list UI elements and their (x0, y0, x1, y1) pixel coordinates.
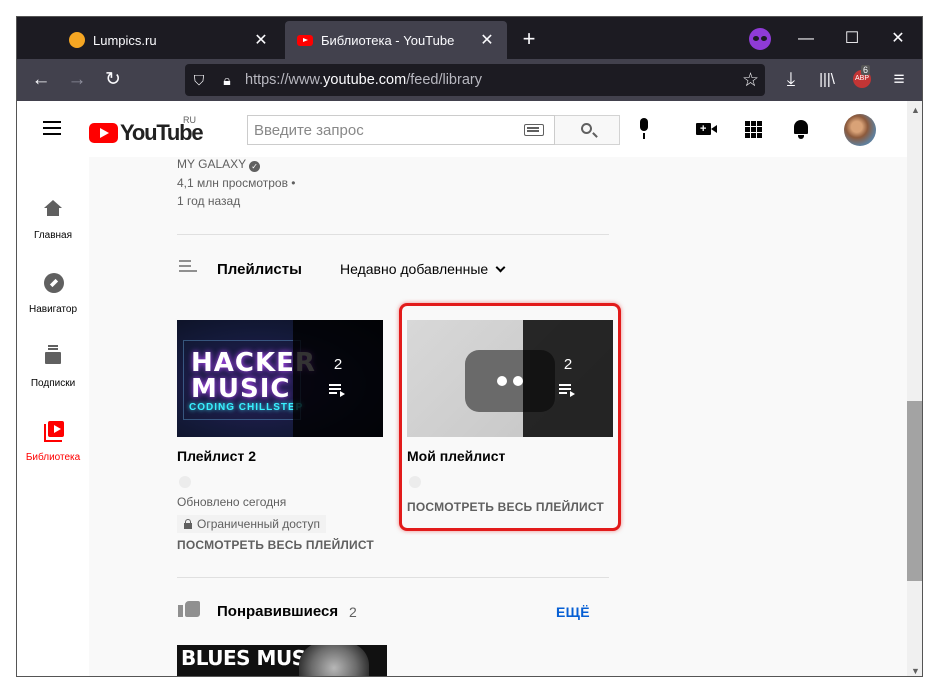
tab-lumpics[interactable]: Lumpics.ru ✕ (57, 21, 281, 59)
library-play-icon (54, 425, 61, 433)
section-divider (177, 577, 609, 578)
playlists-icon (179, 260, 197, 274)
adblock-count-badge: 6 (861, 65, 871, 75)
search-box (247, 115, 555, 145)
channel-avatar-placeholder (179, 476, 191, 488)
liked-count: 2 (349, 604, 357, 620)
sort-dropdown[interactable]: Недавно добавленные (340, 261, 506, 277)
guide-item-label: Главная (33, 230, 73, 241)
playlist-updated: Обновлено сегодня (177, 495, 287, 509)
subscriptions-icon (45, 345, 61, 365)
playlist-count-overlay: 2 (293, 320, 383, 437)
home-icon (44, 200, 62, 216)
thumbnail-subtitle: CODING CHILLSTEP (189, 402, 304, 413)
privacy-badge: Ограниченный доступ (177, 515, 327, 533)
avatar[interactable] (844, 114, 876, 146)
address-bar[interactable]: ⛉ 🔒︎ https://www.youtube.com/feed/librar… (185, 64, 765, 96)
library-content: MY GALAXY ✓ 4,1 млн просмотров • 1 год на… (89, 157, 907, 676)
close-tab-icon[interactable]: ✕ (479, 30, 495, 50)
forward-button[interactable]: → (63, 67, 91, 93)
region-label: RU (183, 115, 196, 125)
tab-bar: Lumpics.ru ✕ Библиотека - YouTube ✕ + — … (17, 17, 922, 59)
youtube-masthead: YouTube RU + (17, 101, 907, 157)
section-divider (177, 234, 609, 235)
scroll-down-icon[interactable]: ▼ (907, 664, 922, 676)
search-input[interactable] (248, 116, 524, 144)
liked-section-title: Понравившиеся (217, 603, 339, 620)
liked-video-thumbnail[interactable]: BLUES MUSIC (177, 645, 387, 676)
microphone-icon[interactable] (637, 118, 651, 140)
minimize-button[interactable]: — (791, 25, 821, 53)
search-icon (581, 123, 592, 134)
downloads-icon[interactable]: ⤓ (777, 67, 805, 93)
page-scrollbar[interactable]: ▲ ▼ (907, 101, 922, 676)
guide-item-subscriptions[interactable]: Подписки (17, 325, 89, 395)
keyboard-icon[interactable] (524, 124, 544, 136)
notifications-bell-icon[interactable] (793, 119, 809, 139)
library-icon[interactable]: |||\ (813, 67, 841, 93)
guide-item-explore[interactable]: Навигатор (17, 251, 89, 321)
apps-grid-icon[interactable] (745, 121, 762, 138)
guide-item-home[interactable]: Главная (17, 177, 89, 247)
back-button[interactable]: ← (27, 67, 55, 93)
browser-window: Lumpics.ru ✕ Библиотека - YouTube ✕ + — … (16, 16, 923, 677)
navigation-bar: ← → ↻ ⛉ 🔒︎ https://www.youtube.com/feed/… (17, 59, 922, 101)
create-video-icon[interactable]: + (696, 123, 717, 135)
compass-icon (44, 273, 64, 293)
maximize-button[interactable]: ☐ (837, 25, 867, 53)
guide-sidebar: Главная Навигатор Подписки Библиотека (17, 157, 89, 676)
playlists-section-title: Плейлисты (217, 261, 302, 278)
close-tab-icon[interactable]: ✕ (253, 30, 269, 50)
thumbnail-portrait (299, 645, 369, 676)
menu-icon[interactable]: ≡ (885, 67, 913, 93)
tab-label: Библиотека - YouTube (321, 32, 455, 48)
thumbs-up-icon (178, 597, 200, 617)
lock-icon[interactable]: 🔒︎ (213, 72, 241, 89)
highlight-annotation (399, 303, 621, 531)
bookmark-star-icon[interactable]: ☆ (742, 69, 759, 92)
youtube-play-icon (89, 123, 118, 143)
tab-label: Lumpics.ru (93, 32, 157, 48)
guide-item-library[interactable]: Библиотека (17, 399, 89, 469)
guide-item-label: Подписки (30, 378, 76, 389)
scroll-up-icon[interactable]: ▲ (907, 103, 922, 117)
playlist-thumbnail[interactable]: HACKER MUSIC CODING CHILLSTEP 2 (177, 320, 383, 437)
youtube-favicon-icon (297, 34, 313, 46)
more-link[interactable]: ЕЩЁ (556, 604, 590, 620)
guide-menu-icon[interactable] (43, 121, 61, 135)
lumpics-favicon-icon (69, 32, 85, 48)
url-text[interactable]: https://www.youtube.com/feed/library (245, 72, 482, 88)
playlist-title[interactable]: Плейлист 2 (177, 448, 256, 464)
playlist-play-icon (329, 384, 345, 397)
sort-label: Недавно добавленные (340, 261, 489, 277)
video-age: 1 год назад (177, 194, 241, 208)
guide-item-label: Библиотека (25, 452, 81, 463)
video-views: 4,1 млн просмотров • (177, 176, 296, 190)
playlist-video-count: 2 (333, 356, 343, 373)
guide-item-label: Навигатор (28, 304, 78, 315)
scroll-thumb[interactable] (907, 401, 922, 581)
tab-youtube-library[interactable]: Библиотека - YouTube ✕ (285, 21, 507, 59)
verified-icon: ✓ (249, 161, 261, 172)
private-browsing-mask-icon (749, 28, 771, 50)
chevron-down-icon (495, 262, 506, 272)
reload-button[interactable]: ↻ (99, 67, 127, 93)
video-channel-name[interactable]: MY GALAXY ✓ (177, 157, 261, 172)
search-button[interactable] (555, 115, 620, 145)
close-window-button[interactable]: ✕ (883, 25, 913, 53)
view-full-playlist-link[interactable]: ПОСМОТРЕТЬ ВЕСЬ ПЛЕЙЛИСТ (177, 538, 374, 552)
new-tab-button[interactable]: + (517, 25, 541, 53)
shield-icon[interactable]: ⛉ (185, 72, 213, 89)
lock-icon (184, 519, 192, 529)
